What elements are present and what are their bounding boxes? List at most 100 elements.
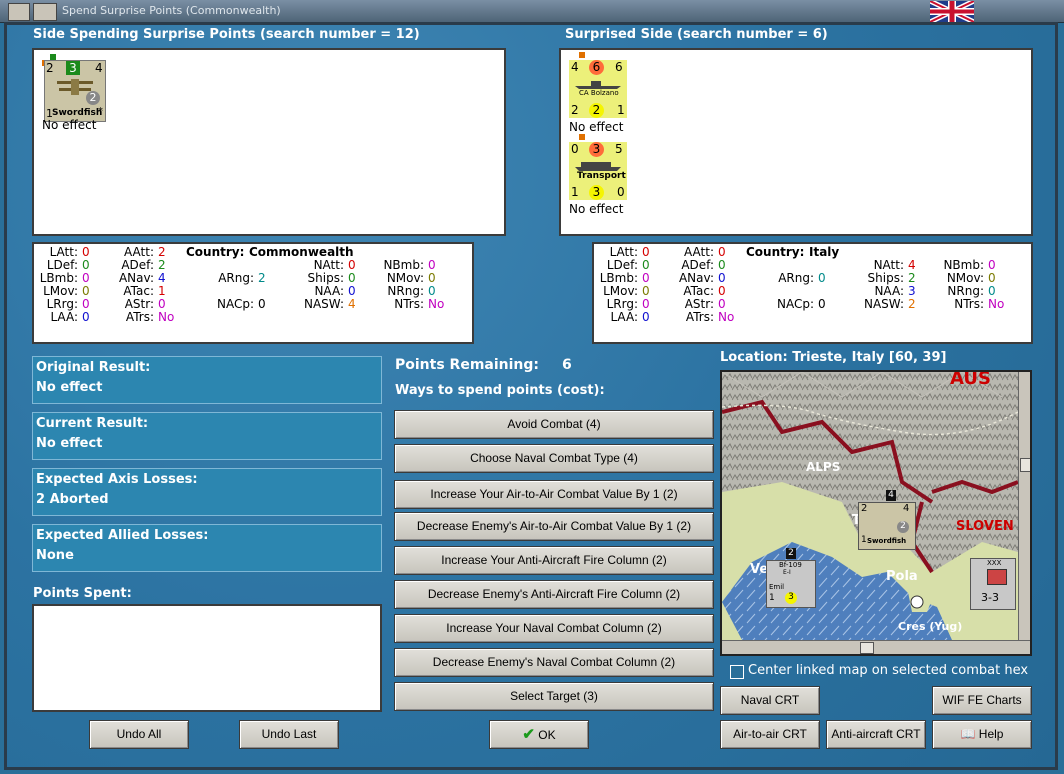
counter-value: 4: [571, 60, 579, 74]
counter-value: 4: [903, 503, 910, 514]
stat-value-nmov: 0: [988, 271, 996, 285]
aa-crt-button[interactable]: Anti-aircraft CRT: [826, 720, 926, 749]
original-result-value: No effect: [36, 380, 103, 395]
transport-counter[interactable]: 0 3 5 Transport 1 3 0: [567, 134, 629, 200]
stat-value-laa: 0: [82, 310, 90, 324]
points-spent-label: Points Spent:: [33, 586, 132, 601]
stat-label-lrrg: LRrg:: [46, 297, 78, 311]
checkmark-icon: ✔: [522, 726, 535, 743]
stat-value-nacp: 0: [818, 297, 826, 311]
scroll-thumb[interactable]: [860, 642, 874, 654]
stat-label-nbmb: NBmb:: [943, 258, 984, 272]
spend-option-button[interactable]: Increase Your Air-to-Air Combat Value By…: [394, 480, 714, 509]
stat-value-atrs: No: [718, 310, 735, 324]
map-horizontal-scrollbar[interactable]: [722, 640, 1030, 654]
stat-value-naa: 3: [908, 284, 916, 298]
stat-value-natt: 4: [908, 258, 916, 272]
linked-map[interactable]: AUS ALPS SLOVEN Pola Cres (Yug) Tr Ve 4 …: [720, 370, 1032, 656]
spend-option-button[interactable]: Decrease Enemy's Naval Combat Column (2): [394, 648, 714, 677]
transport-ship-icon: [575, 162, 621, 171]
counter-value: 3: [589, 185, 604, 200]
left-unit-result: No effect: [42, 118, 97, 132]
stat-value-nbmb: 0: [988, 258, 996, 272]
map-location: Location: Trieste, Italy [60, 39]: [720, 350, 947, 365]
left-side-header: Side Spending Surprise Points (search nu…: [33, 27, 420, 42]
stat-label-latt: LAtt:: [609, 245, 638, 259]
scroll-thumb[interactable]: [1020, 458, 1030, 472]
stat-label-ldef: LDef:: [606, 258, 638, 272]
spend-option-button[interactable]: Select Target (3): [394, 682, 714, 711]
spend-option-button[interactable]: Increase Your Anti-Aircraft Fire Column …: [394, 546, 714, 575]
stat-value-nbmb: 0: [428, 258, 436, 272]
stat-label-natt: NAtt:: [313, 258, 344, 272]
counter-sub: E-I: [783, 569, 791, 576]
right-stats-box: Country: Italy LAtt: 0 LDef: 0 LBmb: 0 LMov: 0 L…: [592, 242, 1033, 344]
stat-label-nasw: NASW:: [863, 297, 904, 311]
stat-value-ntrs: No: [988, 297, 1005, 311]
map-label-alps: ALPS: [806, 460, 841, 474]
stat-value-ntrs: No: [428, 297, 445, 311]
counter-name: Swordfish: [867, 537, 907, 545]
undo-all-button[interactable]: Undo All: [89, 720, 189, 749]
bolzano-counter[interactable]: 4 6 6 CA Bolzano 2 2 1: [567, 52, 629, 118]
map-bf109-counter[interactable]: 2 Bf-109 E-I Emil 1 3: [766, 548, 816, 608]
minimize-icon[interactable]: [33, 3, 57, 21]
stat-value-adef: 2: [158, 258, 166, 272]
ok-button[interactable]: ✔ OK: [489, 720, 589, 749]
counter-star: *: [98, 106, 103, 117]
stat-value-atac: 0: [718, 284, 726, 298]
stat-value-lmov: 0: [642, 284, 650, 298]
counter-body: Bf-109 E-I Emil 1 3: [766, 560, 816, 608]
map-vertical-scrollbar[interactable]: [1018, 372, 1030, 640]
map-label-slovenia: SLOVEN: [956, 519, 1014, 534]
stat-label-anav: ANav:: [678, 271, 714, 285]
help-button[interactable]: 📖 Help: [932, 720, 1032, 749]
stat-value-laa: 0: [642, 310, 650, 324]
stat-value-ships: 0: [348, 271, 356, 285]
wif-charts-button[interactable]: WIF FE Charts: [932, 686, 1032, 715]
points-spent-list[interactable]: [32, 604, 382, 712]
undo-last-button[interactable]: Undo Last: [239, 720, 339, 749]
stat-label-naa: NAA:: [874, 284, 904, 298]
spend-option-button[interactable]: Increase Your Naval Combat Column (2): [394, 614, 714, 643]
spend-option-button[interactable]: Decrease Enemy's Anti-Aircraft Fire Colu…: [394, 580, 714, 609]
stat-label-ships: Ships:: [867, 271, 904, 285]
stat-value-latt: 0: [82, 245, 90, 259]
counter-value: 3: [589, 142, 604, 157]
stat-label-atrs: ATrs:: [685, 310, 714, 324]
stat-value-latt: 0: [642, 245, 650, 259]
stat-label-nacp: NACp:: [776, 297, 814, 311]
counter-value: 2: [861, 503, 868, 514]
stat-value-natt: 0: [348, 258, 356, 272]
points-remaining-label: Points Remaining:: [395, 357, 540, 373]
map-yugo-counter[interactable]: XXX 3-3: [970, 558, 1016, 610]
center-linked-checkbox[interactable]: [730, 665, 744, 679]
stat-value-anav: 0: [718, 271, 726, 285]
map-label-cres: Cres (Yug): [898, 620, 963, 633]
spend-option-button[interactable]: Choose Naval Combat Type (4): [394, 444, 714, 473]
air-crt-button[interactable]: Air-to-air CRT: [720, 720, 820, 749]
stat-label-adef: ADef:: [121, 258, 154, 272]
naval-crt-button[interactable]: Naval CRT: [720, 686, 820, 715]
unit-symbol-icon: [987, 569, 1007, 585]
stat-value-atac: 1: [158, 284, 166, 298]
marker-icon: [579, 134, 585, 140]
system-menu-icon[interactable]: [8, 3, 30, 21]
spend-option-button[interactable]: Avoid Combat (4): [394, 410, 714, 439]
spend-option-button[interactable]: Decrease Enemy's Air-to-Air Combat Value…: [394, 512, 714, 541]
help-label: Help: [978, 727, 1004, 741]
counter-value: 6: [589, 60, 604, 75]
stat-label-nacp: NACp:: [216, 297, 254, 311]
map-label-aus: AUS: [950, 370, 991, 389]
map-swordfish-counter[interactable]: 4 2 4 2 1 Swordfish: [858, 490, 920, 550]
stat-value-nrng: 0: [988, 284, 996, 298]
axis-losses-value: 2 Aborted: [36, 492, 109, 507]
map-label-pola: Pola: [886, 569, 918, 584]
stat-value-arng: 2: [258, 271, 266, 285]
stat-value-lrrg: 0: [642, 297, 650, 311]
counter-body: 4 6 6 CA Bolzano 2 2 1: [569, 60, 627, 118]
stat-value-nmov: 0: [428, 271, 436, 285]
swordfish-counter[interactable]: 2 3 4 2 1 Swordfish *: [42, 54, 106, 122]
stat-value-lrrg: 0: [82, 297, 90, 311]
counter-value: 6: [615, 60, 623, 74]
